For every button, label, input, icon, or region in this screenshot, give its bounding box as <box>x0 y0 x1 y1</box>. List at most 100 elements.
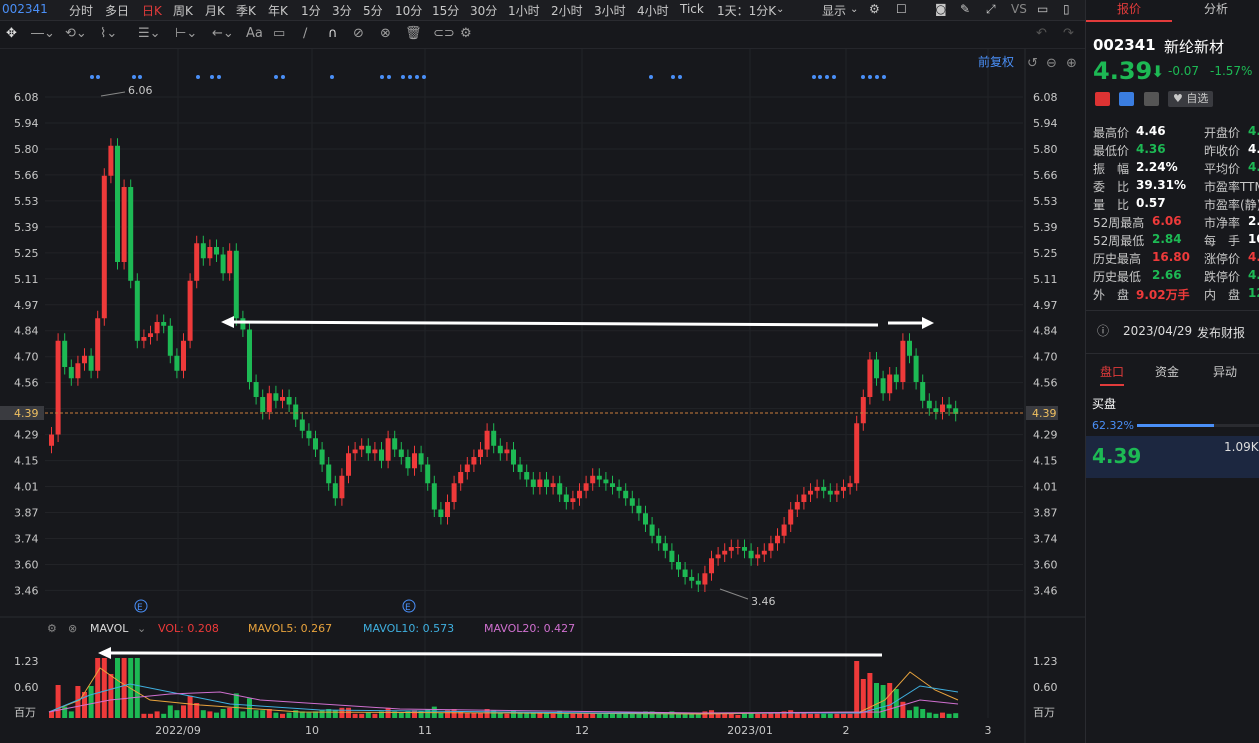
chevron-down-icon[interactable]: ⌄ <box>776 4 784 15</box>
trash-icon[interactable]: 🗑 <box>405 26 422 41</box>
volume-bar <box>887 683 893 718</box>
period-quarterly-k[interactable]: 季K <box>236 2 256 19</box>
volume-bar <box>187 695 193 718</box>
tab-movement[interactable]: 异动 <box>1213 363 1237 380</box>
add-favorite-button[interactable]: ♥ 自选 <box>1168 91 1214 107</box>
candle-body <box>775 535 780 544</box>
chevron-down-icon[interactable]: ⌄ <box>137 622 146 635</box>
period-5min[interactable]: 5分 <box>363 2 383 19</box>
down-arrow-icon: ⬇ <box>1151 62 1165 81</box>
cycle-tool-icon[interactable]: ⟲⌄ <box>65 26 87 41</box>
period-10min[interactable]: 10分 <box>395 2 422 19</box>
volume-bar <box>148 713 153 718</box>
lock-icon[interactable]: ⊗ <box>380 26 391 41</box>
period-2hour[interactable]: 2小时 <box>551 2 583 19</box>
magnet-icon[interactable]: ∩ <box>328 26 338 41</box>
eraser-icon[interactable]: ∕ <box>303 26 307 41</box>
drawn-arrow-line[interactable] <box>227 320 879 327</box>
zoom-in-icon[interactable]: ⊕ <box>1066 56 1077 71</box>
tab-order-book[interactable]: 盘口 <box>1100 363 1125 386</box>
chevron-down-icon[interactable]: ⌄ <box>850 4 858 15</box>
display-menu[interactable]: 显示 <box>822 2 846 19</box>
signal-dot <box>812 75 816 79</box>
favorite-label: 自选 <box>1186 92 1209 105</box>
square-icon[interactable]: ☐ <box>896 2 907 16</box>
wave-tool-icon[interactable]: ⌇⌄ <box>100 26 117 41</box>
fullscreen-icon[interactable]: ⤢ <box>986 2 996 17</box>
reset-icon[interactable]: ↺ <box>1027 56 1038 71</box>
tab-analysis[interactable]: 分析 <box>1172 0 1259 20</box>
undo-icon[interactable]: ↶ <box>1036 26 1047 41</box>
comment-icon[interactable]: ▯ <box>1063 2 1070 16</box>
quote-left-value: 4.36 <box>1136 142 1166 156</box>
camera-icon[interactable]: ◙ <box>935 2 947 16</box>
hide-icon[interactable]: ⊘ <box>353 26 364 41</box>
pen-icon[interactable]: ✎ <box>960 2 970 16</box>
zoom-out-icon[interactable]: ⊖ <box>1046 56 1057 71</box>
vs-button[interactable]: VS <box>1011 2 1027 16</box>
volume-bar <box>332 710 338 718</box>
period-3min[interactable]: 3分 <box>332 2 352 19</box>
vol-tick-right: 0.60 <box>1033 681 1058 694</box>
mavol10-value: MAVOL10: 0.573 <box>363 622 455 635</box>
measure-tool-icon[interactable]: ⊢⌄ <box>175 26 197 41</box>
candle-body <box>761 550 767 555</box>
period-1min[interactable]: 1分 <box>301 2 321 19</box>
candle-body <box>425 464 431 484</box>
arrow-tool-icon[interactable]: ←⌄ <box>212 26 234 41</box>
period-15min[interactable]: 15分 <box>432 2 459 19</box>
quote-left-label: 振 幅 <box>1093 162 1130 176</box>
doc-icon[interactable] <box>1144 92 1159 106</box>
period-weekly-k[interactable]: 周K <box>173 2 193 19</box>
signal-dot <box>196 75 200 79</box>
candle-body <box>808 490 813 495</box>
period-yearly-k[interactable]: 年K <box>268 2 288 19</box>
vol-close-icon[interactable]: ⊗ <box>68 622 77 635</box>
link-icon[interactable]: ⊂⊃ <box>433 26 455 41</box>
tag-icon[interactable] <box>1119 92 1134 106</box>
date-tick: 11 <box>418 724 432 737</box>
period-fenshi[interactable]: 分时 <box>69 2 93 19</box>
price-tick-right: 5.11 <box>1033 273 1058 286</box>
line-tool-icon[interactable]: ―⌄ <box>31 26 55 41</box>
candles-group <box>49 138 959 593</box>
period-monthly-k[interactable]: 月K <box>205 2 225 19</box>
tab-quote[interactable]: 报价 <box>1086 0 1172 22</box>
period-30min[interactable]: 30分 <box>470 2 497 19</box>
volume-arrow-line[interactable] <box>105 651 883 657</box>
vol-settings-icon[interactable]: ⚙ <box>47 622 57 635</box>
period-daily-k[interactable]: 日K <box>142 2 162 19</box>
annotation-icon[interactable]: ▭ <box>273 26 285 41</box>
redo-icon[interactable]: ↷ <box>1063 26 1074 41</box>
period-3hour[interactable]: 3小时 <box>594 2 626 19</box>
tab-capital[interactable]: 资金 <box>1155 363 1179 380</box>
crosshair-icon[interactable]: ✥ <box>6 26 17 41</box>
period-4hour[interactable]: 4小时 <box>637 2 669 19</box>
candle-body <box>101 175 107 319</box>
range-select[interactable]: 1天：1分K <box>717 2 776 19</box>
quote-right-label: 市盈率(静) <box>1204 198 1259 212</box>
candle-body <box>227 250 233 274</box>
adjust-mode-button[interactable]: 前复权 <box>978 54 1014 69</box>
candle-body <box>88 355 94 371</box>
candle-body <box>702 573 708 585</box>
signal-dot <box>671 75 675 79</box>
price-tick-left: 4.29 <box>14 429 39 442</box>
volume-bar <box>121 658 127 718</box>
settings-icon[interactable]: ⚙ <box>869 2 880 16</box>
candlestick-chart[interactable]: 6.08 6.08 5.94 5.94 5.80 5.80 5.66 5.66 5.53 5.53… <box>0 49 1085 743</box>
period-tick[interactable]: Tick <box>680 2 704 16</box>
candle-body <box>161 322 167 326</box>
note-icon[interactable]: ▭ <box>1037 2 1048 16</box>
volume-bar <box>451 709 457 718</box>
gear-icon[interactable]: ⚙ <box>460 26 472 41</box>
vol-indicator-name[interactable]: MAVOL <box>90 622 128 635</box>
period-1hour[interactable]: 1小时 <box>508 2 540 19</box>
volume-bar <box>55 685 61 718</box>
fib-tool-icon[interactable]: ☰⌄ <box>138 26 161 41</box>
text-tool-icon[interactable]: Aa <box>246 26 263 41</box>
quote-code: 002341 <box>1093 36 1156 54</box>
period-multiday[interactable]: 多日 <box>105 2 129 19</box>
candle-body <box>379 449 384 461</box>
price-tick-right: 4.29 <box>1033 429 1058 442</box>
